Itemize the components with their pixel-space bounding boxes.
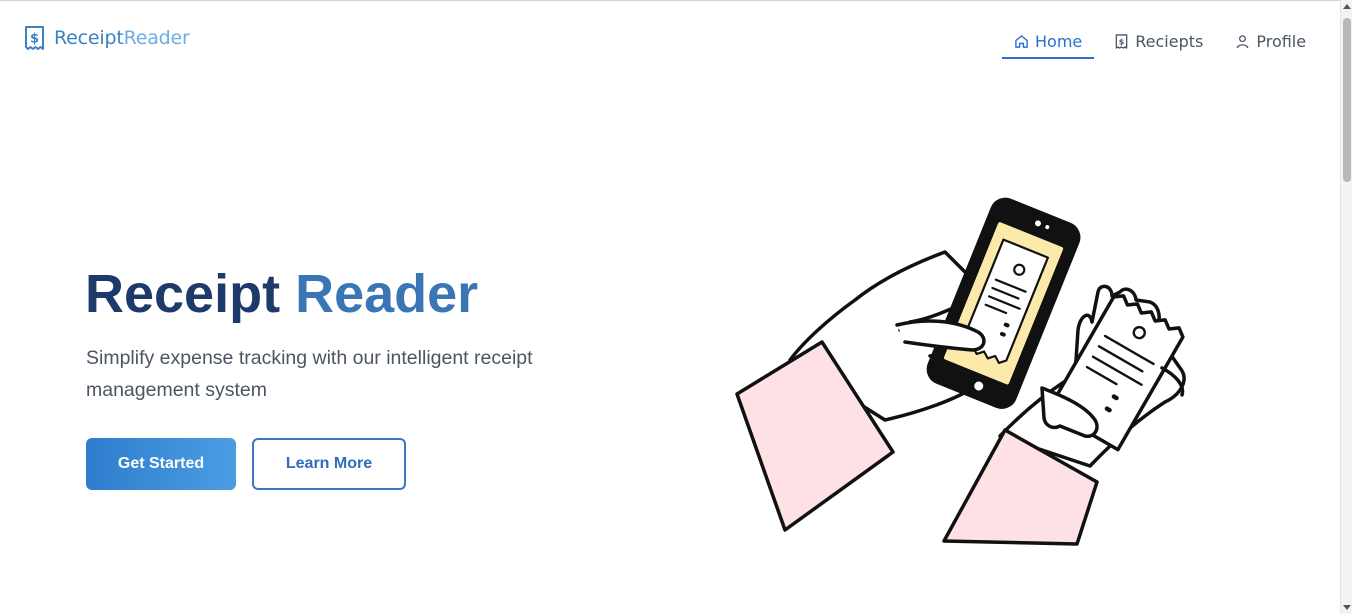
svg-text:$: $ xyxy=(30,32,39,47)
brand-name: ReceiptReader xyxy=(54,26,190,50)
main-nav: Home $ Reciepts Profile xyxy=(1002,23,1318,59)
svg-text:$: $ xyxy=(1119,37,1125,46)
brand-name-part2: Reader xyxy=(123,27,190,49)
get-started-button[interactable]: Get Started xyxy=(86,438,236,490)
home-icon xyxy=(1015,34,1028,48)
hero-illustration xyxy=(735,197,1186,546)
top-navbar: $ ReceiptReader Home $ Reciepts Profile xyxy=(0,1,1340,75)
scroll-up-arrow-icon[interactable] xyxy=(1343,4,1351,9)
hero-title-part1: Receipt xyxy=(85,264,281,324)
brand-name-part1: Receipt xyxy=(54,27,124,49)
brand-logo-link[interactable]: $ ReceiptReader xyxy=(24,26,190,50)
nav-item-profile[interactable]: Profile xyxy=(1223,23,1318,59)
user-icon xyxy=(1237,34,1249,48)
scroll-down-arrow-icon[interactable] xyxy=(1343,605,1351,610)
scrollbar-thumb[interactable] xyxy=(1343,18,1351,182)
receipt-icon: $ xyxy=(1115,33,1128,49)
page-scrollbar[interactable] xyxy=(1340,0,1352,614)
nav-item-label: Profile xyxy=(1256,31,1307,51)
nav-item-home[interactable]: Home xyxy=(1002,23,1095,59)
hero-subtitle: Simplify expense tracking with our intel… xyxy=(86,347,533,401)
nav-item-receipts[interactable]: $ Reciepts xyxy=(1102,23,1215,59)
hero-title-part2: Reader xyxy=(295,264,479,324)
receipt-dollar-icon: $ xyxy=(25,26,44,50)
nav-item-label: Reciepts xyxy=(1135,31,1204,51)
learn-more-button[interactable]: Learn More xyxy=(252,438,406,490)
nav-item-label: Home xyxy=(1035,31,1083,51)
hero-title: Receipt Reader xyxy=(85,262,478,326)
